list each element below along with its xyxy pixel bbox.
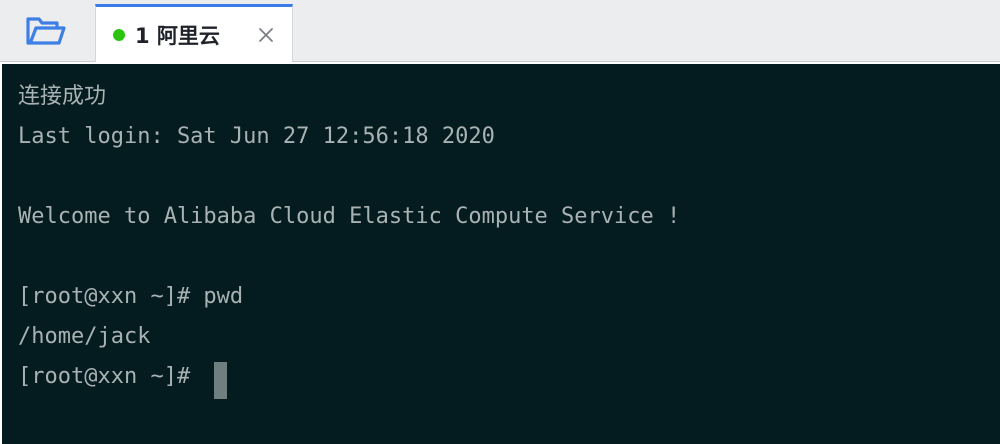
tab-aliyun[interactable]: 1 阿里云 — [95, 4, 293, 62]
terminal-line: Last login: Sat Jun 27 12:56:18 2020 — [18, 124, 495, 149]
folder-open-icon — [24, 14, 68, 48]
terminal-cursor — [214, 362, 227, 399]
terminal-output[interactable]: 连接成功 Last login: Sat Jun 27 12:56:18 202… — [2, 64, 1000, 444]
open-folder-button[interactable] — [0, 0, 92, 61]
terminal-app-window: 1 阿里云 连接成功 Last login: Sat Jun 27 12:56:… — [0, 0, 1000, 444]
tab-bar: 1 阿里云 — [0, 0, 1000, 62]
terminal-line: 连接成功 — [18, 84, 107, 109]
tab-label: 1 阿里云 — [135, 23, 220, 48]
close-icon[interactable] — [258, 27, 274, 43]
terminal-line: [root@xxn ~]# pwd — [18, 284, 244, 309]
terminal-line: /home/jack — [18, 324, 151, 349]
terminal-prompt-line: [root@xxn ~]# — [18, 364, 204, 389]
terminal-line: Welcome to Alibaba Cloud Elastic Compute… — [18, 204, 681, 229]
status-dot-icon — [113, 28, 125, 41]
